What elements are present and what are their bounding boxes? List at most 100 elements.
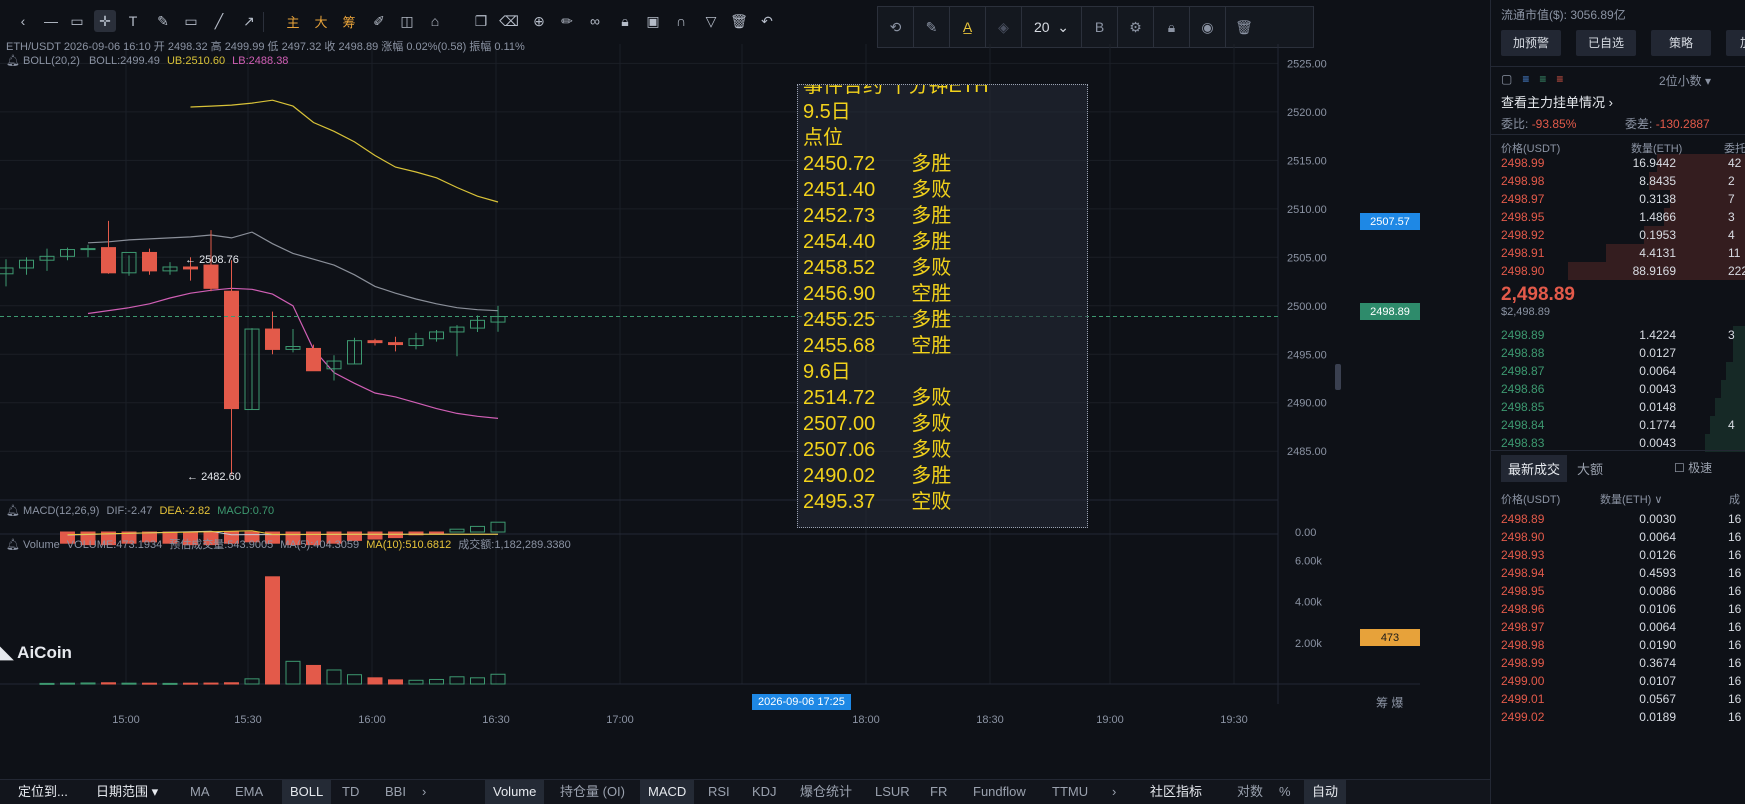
- chart-area[interactable]: 2525.00 2520.00 2515.00 2510.00 2505.00 2500.…: [0, 41, 1420, 779]
- note-line-left: 2451.40: [803, 179, 876, 201]
- indicator-tab-10[interactable]: MACD: [640, 780, 695, 804]
- ask-row[interactable]: 2498.97 0.3138 7: [1491, 189, 1745, 209]
- large-indicator-button[interactable]: 大: [310, 10, 332, 32]
- bell-icon[interactable]: 🔔︎: [6, 539, 20, 551]
- ask-row[interactable]: 2498.99 16.9442 42: [1491, 153, 1745, 173]
- indicator-tab-15[interactable]: FR: [930, 780, 947, 804]
- settings-icon[interactable]: ⟲: [878, 7, 914, 47]
- depth-select[interactable]: 2位小数 ▾: [1659, 72, 1711, 89]
- bold-button[interactable]: B: [1082, 7, 1118, 47]
- indicator-tab-17[interactable]: TTMU: [1052, 780, 1088, 804]
- indicator-tab-4[interactable]: BOLL: [282, 780, 332, 804]
- indicator-tab-0[interactable]: 定位到...: [18, 780, 68, 804]
- chevron-left-icon[interactable]: ‹: [12, 10, 34, 32]
- lock-icon[interactable]: 🔒︎: [1154, 7, 1190, 47]
- watchlist-button[interactable]: 已自选: [1576, 30, 1636, 56]
- boll-upper-line: [190, 99, 499, 203]
- indicator-tab-14[interactable]: LSUR: [875, 780, 910, 804]
- indicator-tab-1[interactable]: 日期范围 ▾: [96, 780, 158, 804]
- chip-indicator-button[interactable]: 筹: [338, 10, 360, 32]
- indicator-tab-19[interactable]: 社区指标: [1150, 780, 1202, 804]
- add-alert-button[interactable]: 加预警: [1501, 30, 1561, 56]
- note-line: 2454.40 多胜: [803, 229, 1087, 255]
- bid-row[interactable]: 2498.88 0.0127: [1491, 343, 1745, 363]
- tag-icon[interactable]: ⌂: [424, 10, 446, 32]
- trade-time: 16: [1728, 692, 1742, 706]
- indicator-tab-9[interactable]: 持仓量 (OI): [560, 780, 625, 804]
- scroll-handle[interactable]: [1335, 364, 1341, 390]
- indicator-tab-22[interactable]: 自动: [1304, 780, 1347, 804]
- indicator-tab-11[interactable]: RSI: [708, 780, 730, 804]
- edit-icon[interactable]: ✎: [914, 7, 950, 47]
- font-size-select[interactable]: 20 ⌄: [1022, 7, 1082, 47]
- zoom-in-icon[interactable]: ⊕: [528, 10, 550, 32]
- lock-icon[interactable]: 🔒︎: [614, 10, 636, 32]
- filter-icon[interactable]: ▽: [700, 10, 722, 32]
- eraser-icon[interactable]: ⌫: [498, 10, 520, 32]
- bell-icon[interactable]: 🔔︎: [6, 505, 20, 517]
- indicator-tab-5[interactable]: TD: [342, 780, 359, 804]
- arrow-line-icon[interactable]: ↗: [238, 10, 260, 32]
- chart-canvas[interactable]: 2525.00 2520.00 2515.00 2510.00 2505.00 2500.…: [0, 44, 1420, 779]
- indicator-tab-2[interactable]: MA: [190, 780, 210, 804]
- main-indicator-button[interactable]: 主: [282, 10, 304, 32]
- tab-latest-trades[interactable]: 最新成交: [1501, 455, 1568, 482]
- ruler-icon[interactable]: ▭: [180, 10, 202, 32]
- ask-row[interactable]: 2498.98 8.8435 2: [1491, 171, 1745, 191]
- bid-row[interactable]: 2498.87 0.0064: [1491, 361, 1745, 381]
- brush-icon[interactable]: ✎: [152, 10, 174, 32]
- right-corner-label[interactable]: 筹 爆: [1376, 694, 1403, 711]
- text-color-icon[interactable]: A̲: [950, 7, 986, 47]
- bid-row[interactable]: 2498.84 0.1774 4: [1491, 415, 1745, 435]
- crosshair-icon[interactable]: ✛: [94, 10, 116, 32]
- indicator-tab-20[interactable]: 对数: [1237, 780, 1263, 804]
- undo-icon[interactable]: ↶: [756, 10, 778, 32]
- trash-icon[interactable]: 🗑︎: [728, 10, 750, 32]
- indicator-tab-13[interactable]: 爆仓统计: [800, 780, 852, 804]
- depth-icons[interactable]: ▢ ≡ ≡ ≡: [1501, 72, 1563, 86]
- indicator-tab-7[interactable]: ›: [422, 780, 426, 804]
- indicator-tab-16[interactable]: Fundflow: [973, 780, 1026, 804]
- indicator-tab-3[interactable]: EMA: [235, 780, 263, 804]
- edit-icon[interactable]: ✐: [368, 10, 390, 32]
- volume-bar: [285, 660, 301, 685]
- indicator-tab-8[interactable]: Volume: [485, 780, 545, 804]
- gear-icon[interactable]: ⚙: [1118, 7, 1154, 47]
- link-icon[interactable]: ∞: [584, 10, 606, 32]
- fill-icon[interactable]: ◈: [986, 7, 1022, 47]
- bid-row[interactable]: 2498.85 0.0148: [1491, 397, 1745, 417]
- bid-row[interactable]: 2498.86 0.0043: [1491, 379, 1745, 399]
- indicator-tab-21[interactable]: %: [1279, 780, 1291, 804]
- trash-icon[interactable]: 🗑︎: [1226, 7, 1262, 47]
- ask-row[interactable]: 2498.92 0.1953 4: [1491, 225, 1745, 245]
- save-icon[interactable]: ▣: [642, 10, 664, 32]
- indicator-tab-12[interactable]: KDJ: [752, 780, 777, 804]
- volume-bar: [203, 682, 219, 685]
- text-note[interactable]: 事件合约 十分钟ETH 9.5日 点位 2450.72 多胜 2451.40 多败 2452.…: [797, 84, 1088, 528]
- magnet-icon[interactable]: ∩: [670, 10, 692, 32]
- line-icon[interactable]: ╱: [208, 10, 230, 32]
- fast-checkbox[interactable]: ☐ 极速: [1674, 459, 1712, 476]
- indicator-tab-6[interactable]: BBI: [385, 780, 406, 804]
- text-icon[interactable]: T: [122, 10, 144, 32]
- macd-legend: 🔔︎ MACD(12,26,9) DIF:-2.47 DEA:-2.82 MAC…: [6, 504, 274, 517]
- trade-row: 2498.99 0.3674 16: [1491, 653, 1745, 673]
- bell-icon[interactable]: 🔔︎: [6, 55, 20, 67]
- x-axis-label: 15:30: [234, 714, 262, 726]
- bid-row[interactable]: 2498.89 1.4224 3: [1491, 325, 1745, 345]
- minus-icon[interactable]: —: [40, 10, 62, 32]
- rectangle-icon[interactable]: ▭: [66, 10, 88, 32]
- eye-icon[interactable]: ◉: [1190, 7, 1226, 47]
- ask-row[interactable]: 2498.90 88.9169 222: [1491, 261, 1745, 281]
- ask-row[interactable]: 2498.91 4.4131 11: [1491, 243, 1745, 263]
- tab-large-trades[interactable]: 大额: [1577, 459, 1603, 478]
- trade-col-qty[interactable]: 数量(ETH) ∨: [1600, 491, 1662, 507]
- copy-icon[interactable]: ❐: [470, 10, 492, 32]
- check-main-orders-link[interactable]: 查看主力挂单情况 ›: [1501, 92, 1613, 111]
- strategy-button[interactable]: 策略: [1651, 30, 1711, 56]
- layers-icon[interactable]: ◫: [396, 10, 418, 32]
- add-button[interactable]: 加: [1726, 30, 1745, 56]
- highlighter-icon[interactable]: ✏: [556, 10, 578, 32]
- ask-row[interactable]: 2498.95 1.4866 3: [1491, 207, 1745, 227]
- indicator-tab-18[interactable]: ›: [1112, 780, 1116, 804]
